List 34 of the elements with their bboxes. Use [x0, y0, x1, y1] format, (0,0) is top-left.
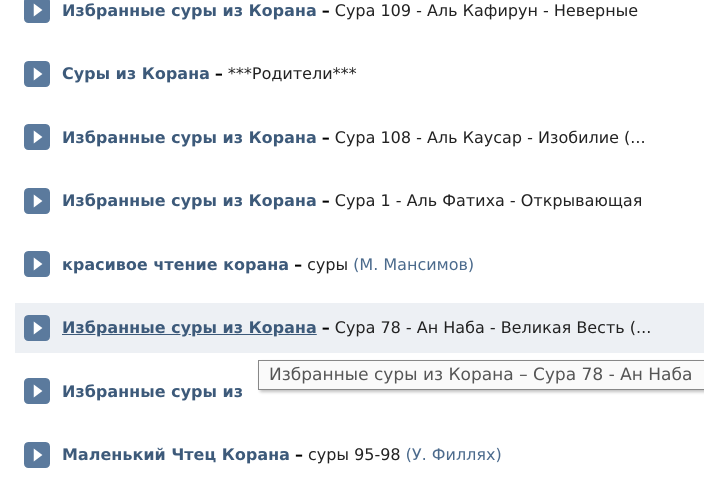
artist-link[interactable]: Избранные суры из Корана: [62, 318, 317, 337]
track-title[interactable]: ***Родители***: [228, 64, 357, 83]
play-icon[interactable]: [24, 314, 50, 340]
play-icon[interactable]: [24, 442, 50, 468]
highlighted-row[interactable]: Избранные суры из Корана – Сура 78 - Ан Наба - Великая Весть (...: [15, 302, 704, 352]
track-title[interactable]: Сура 109 - Аль Кафирун - Неверные: [334, 0, 638, 20]
track-note: (М. Мансимов): [353, 254, 474, 274]
play-icon[interactable]: [24, 251, 50, 277]
dash-separator: –: [322, 191, 330, 210]
dash-separator: –: [322, 318, 330, 337]
play-icon[interactable]: [24, 60, 50, 86]
play-icon[interactable]: [24, 124, 50, 150]
dash-separator: –: [294, 445, 303, 464]
artist-link[interactable]: Избранные суры из: [62, 382, 244, 400]
track-title[interactable]: суры: [307, 254, 348, 274]
track-title[interactable]: суры 95-98: [308, 445, 401, 464]
artist-link[interactable]: Избранные суры из Корана: [62, 128, 317, 146]
artist-link[interactable]: Избранные суры из Корана: [62, 0, 317, 20]
tooltip: Избранные суры из Корана – Сура 78 - Ан Наба: [258, 360, 704, 390]
play-icon[interactable]: [24, 378, 50, 404]
artist-link[interactable]: красивое чтение корана: [62, 254, 290, 274]
dash-separator: –: [294, 254, 302, 274]
track-title[interactable]: Сура 1 - Аль Фатиха - Открывающая: [334, 191, 642, 210]
dash-separator: –: [322, 0, 330, 20]
artist-link[interactable]: Маленький Чтец Корана: [62, 445, 290, 464]
dash-separator: –: [322, 128, 330, 146]
play-icon[interactable]: [24, 188, 50, 214]
track-title[interactable]: Сура 108 - Аль Каусар - Изобилие (...: [334, 128, 646, 146]
track-title[interactable]: Сура 78 - Ан Наба - Великая Весть (...: [334, 318, 652, 337]
artist-link[interactable]: Избранные суры из Корана: [62, 191, 317, 210]
artist-link[interactable]: Суры из Корана: [62, 64, 210, 83]
play-icon[interactable]: [24, 0, 50, 23]
dash-separator: –: [214, 64, 223, 83]
track-note: (У. Филлях): [406, 445, 502, 464]
